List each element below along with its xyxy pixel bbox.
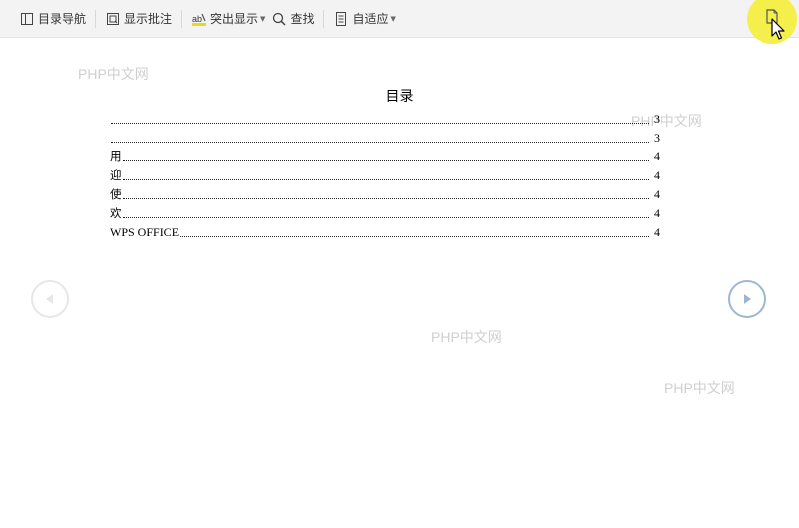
page-fit-icon: [333, 11, 349, 27]
previous-page-button[interactable]: [31, 280, 69, 318]
toc-leader-dots: [111, 122, 649, 124]
toc-entry-label: 使: [110, 186, 122, 201]
toc-entry[interactable]: 用 4: [110, 146, 660, 165]
toc-entry-page: 3: [654, 130, 660, 145]
toc-leader-dots: [111, 141, 649, 143]
toc-entry[interactable]: 3: [110, 127, 660, 146]
toc-panel-icon: [19, 11, 35, 27]
show-comments-label: 显示批注: [124, 12, 173, 26]
show-comments-button[interactable]: 显示批注: [102, 7, 175, 31]
table-of-contents: 3 3 用 4 迎 4 使 4 欢 4 WPS OFFICE 4: [110, 108, 660, 240]
fit-mode-button[interactable]: 自适应 ▼: [330, 7, 398, 31]
mouse-cursor-icon: [771, 18, 787, 42]
toc-entry-page: 4: [654, 205, 660, 220]
toc-entry-label: 用: [110, 149, 122, 164]
toc-entry-page: 4: [654, 168, 660, 183]
next-page-button[interactable]: [728, 280, 766, 318]
toc-navigation-label: 目录导航: [38, 12, 87, 26]
toc-navigation-button[interactable]: 目录导航: [16, 7, 89, 31]
toolbar-divider: [181, 9, 183, 28]
find-label: 查找: [290, 12, 315, 26]
search-icon: [271, 11, 287, 27]
toc-leader-dots: [122, 197, 649, 199]
toc-title: 目录: [385, 89, 414, 105]
toc-entry[interactable]: 欢 4: [110, 202, 660, 221]
toc-entry[interactable]: 使 4: [110, 183, 660, 202]
chevron-right-icon: [744, 294, 751, 304]
toc-leader-dots: [122, 216, 649, 218]
highlight-button[interactable]: ab 突出显示 ▼: [188, 7, 268, 31]
toc-leader-dots: [122, 159, 649, 162]
chevron-down-icon: ▼: [260, 14, 266, 23]
toc-entry-label: WPS OFFICE: [110, 224, 180, 239]
toc-entry[interactable]: WPS OFFICE 4: [110, 221, 660, 240]
svg-text:ab: ab: [192, 14, 202, 24]
toc-entry-label: 迎: [110, 168, 122, 183]
toolbar-divider: [323, 9, 325, 28]
find-button[interactable]: 查找: [268, 7, 317, 31]
chevron-down-icon: ▼: [390, 14, 396, 23]
toc-entry-page: 4: [654, 149, 660, 164]
watermark: PHP中文网: [78, 66, 149, 82]
toc-entry[interactable]: 3: [110, 108, 660, 127]
toc-leader-dots: [180, 235, 649, 237]
fit-mode-label: 自适应: [352, 12, 389, 26]
toc-leader-dots: [122, 178, 649, 181]
highlight-label: 突出显示: [210, 12, 259, 26]
toc-entry-label: 欢: [110, 205, 122, 220]
toc-entry[interactable]: 迎 4: [110, 164, 660, 183]
toc-entry-page: 4: [654, 186, 660, 201]
toc-entry-page: 3: [654, 111, 660, 126]
watermark: PHP中文网: [664, 380, 735, 396]
toolbar-divider: [95, 9, 97, 28]
comments-icon: [105, 11, 121, 27]
viewer-toolbar: 目录导航 显示批注 ab 突出显示 ▼ 查找 自适应 ▼: [0, 0, 799, 38]
chevron-left-icon: [46, 294, 53, 304]
watermark: PHP中文网: [431, 329, 502, 345]
highlight-icon: ab: [191, 11, 207, 27]
toc-entry-page: 4: [654, 224, 660, 239]
